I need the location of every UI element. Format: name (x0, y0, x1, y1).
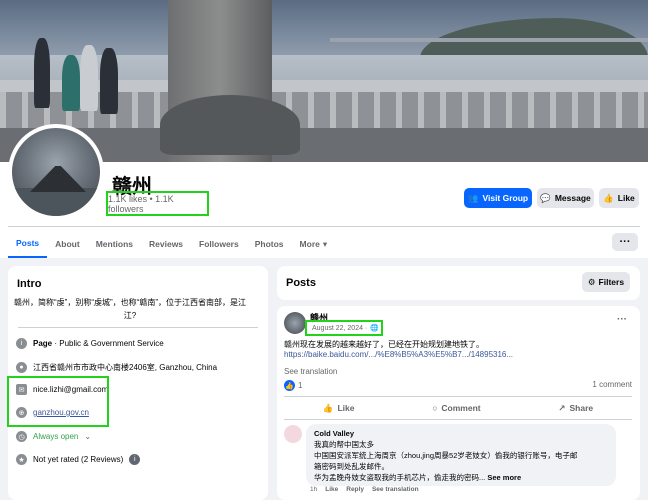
chevron-down-icon: ⌄ (84, 432, 92, 441)
like-page-button[interactable]: 👍 Like (599, 188, 639, 208)
speech-bubble-icon: ○ (432, 403, 438, 413)
tab-about[interactable]: About (47, 230, 88, 258)
filters-button[interactable]: ⚙ Filters (582, 272, 630, 292)
info-icon: i (16, 338, 27, 349)
intro-description: 赣州，简称“虔”，别称“虔城”，也称“赣南”，位于江西省南部，是江 江? (14, 298, 246, 320)
group-icon: 👥 (467, 192, 479, 203)
comment-count[interactable]: 1 comment (592, 380, 632, 391)
comments-divider (284, 419, 632, 420)
comment-button[interactable]: ○ Comment (432, 399, 480, 417)
comment-translation-link[interactable]: See translation (372, 486, 419, 493)
sliders-icon: ⚙ (587, 276, 596, 287)
post-date[interactable]: August 22, 2024 · 🌐 (305, 320, 383, 336)
share-arrow-icon: ↗ (558, 402, 566, 413)
comment-bubble: Cold Valley 我真的帮中国太多 中国国安派军统上海周京（zhou,ji… (306, 424, 616, 486)
tab-more[interactable]: More ▾ (292, 230, 336, 258)
see-more-link[interactable]: See more (487, 473, 521, 482)
share-button[interactable]: ↗ Share (558, 399, 593, 417)
post-link[interactable]: https://baike.baidu.com/.../%E8%B5%A3%E5… (284, 350, 513, 359)
info-rating: ★ Not yet rated (2 Reviews) i (16, 454, 141, 465)
tab-posts[interactable]: Posts (8, 230, 48, 258)
header-divider (8, 226, 640, 227)
star-icon: ★ (16, 454, 27, 465)
commenter-avatar[interactable] (284, 425, 302, 443)
page-stats[interactable]: 1.1K likes • 1.1K followers (106, 191, 209, 216)
info-circle-icon[interactable]: i (129, 454, 141, 465)
comment-author[interactable]: Cold Valley (314, 428, 608, 439)
actions-divider (284, 396, 632, 397)
cover-photo[interactable] (0, 0, 648, 162)
page-header: 赣州 1.1K likes • 1.1K followers 👥 Visit G… (0, 0, 648, 258)
post-author-avatar[interactable] (284, 312, 306, 334)
thumbs-up-icon: 👍 (322, 402, 334, 413)
globe-icon: 🌐 (370, 325, 379, 332)
post-actions: 👍 Like ○ Comment ↗ Share (284, 399, 632, 417)
info-address[interactable]: ● 江西省赣州市市政中心南楼2406室, Ganzhou, China (16, 362, 217, 373)
like-reaction-icon: 👍 (284, 380, 295, 391)
intro-divider (18, 327, 258, 328)
messenger-icon: 💬 (540, 192, 551, 203)
more-options-button[interactable]: ··· (612, 233, 638, 251)
thumbs-up-icon: 👍 (603, 192, 614, 203)
visit-group-button[interactable]: 👥 Visit Group (464, 188, 532, 208)
see-translation-link[interactable]: See translation (284, 367, 337, 376)
info-page-type: i Page · Public & Government Service (16, 338, 164, 349)
profile-avatar[interactable] (8, 124, 104, 220)
like-button[interactable]: 👍 Like (323, 399, 355, 417)
dropdown-caret-icon: ▾ (322, 238, 328, 249)
tab-followers[interactable]: Followers (191, 230, 247, 258)
page-tabs: Posts About Mentions Reviews Followers P… (8, 230, 335, 258)
reaction-count[interactable]: 👍 1 (284, 380, 302, 391)
comment-reply-link[interactable]: Reply (346, 486, 364, 493)
tab-reviews[interactable]: Reviews (141, 230, 191, 258)
clock-icon: ◷ (16, 431, 27, 442)
intro-title: Intro (17, 278, 42, 290)
contact-highlight-box (7, 376, 109, 427)
reaction-summary: 👍 1 1 comment (284, 380, 632, 391)
location-pin-icon: ● (16, 362, 27, 373)
post-options-button[interactable]: ··· (617, 314, 627, 325)
tab-mentions[interactable]: Mentions (88, 230, 141, 258)
comment-footer: 1h Like Reply See translation (310, 486, 419, 493)
comment-like-link[interactable]: Like (325, 486, 338, 493)
posts-title: Posts (286, 277, 316, 289)
tab-photos[interactable]: Photos (247, 230, 292, 258)
info-hours[interactable]: ◷ Always open ⌄ (16, 431, 91, 442)
message-button[interactable]: 💬 Message (537, 188, 594, 208)
